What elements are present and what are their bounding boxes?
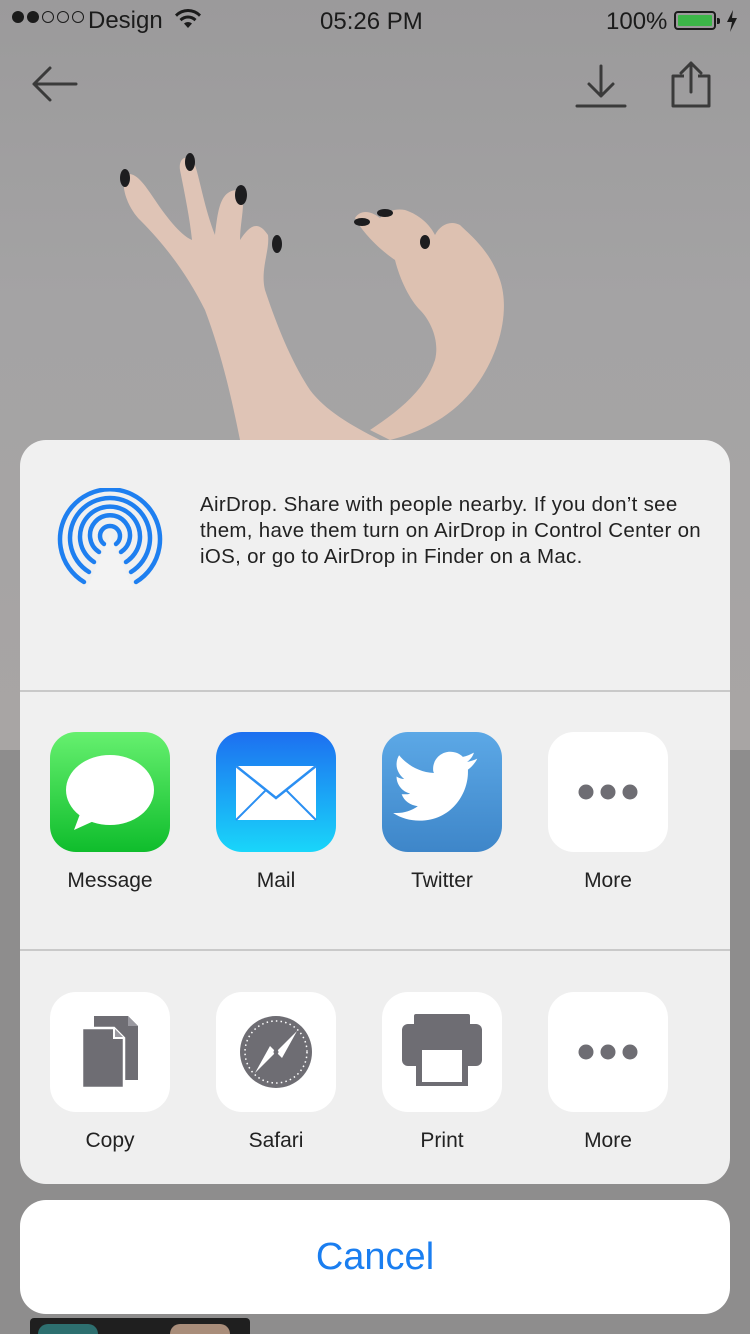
divider	[20, 690, 730, 692]
divider	[20, 949, 730, 951]
hands-image	[120, 153, 504, 440]
status-bar: Design 05:26 PM 100%	[0, 0, 750, 42]
action-label: Print	[420, 1129, 464, 1152]
share-app-label: Mail	[256, 869, 296, 892]
download-button[interactable]	[574, 62, 628, 110]
mail-icon	[216, 732, 336, 852]
back-button[interactable]	[30, 62, 80, 106]
action-copy[interactable]: Copy	[40, 992, 180, 1154]
twitter-icon	[382, 732, 502, 852]
share-sheet: AirDrop. Share with people nearby. If yo…	[20, 440, 730, 1184]
more-icon	[548, 732, 668, 852]
share-button[interactable]	[668, 60, 714, 110]
safari-icon	[216, 992, 336, 1112]
action-safari[interactable]: Safari	[206, 992, 346, 1154]
action-label: Copy	[85, 1129, 135, 1152]
action-label: Safari	[248, 1129, 304, 1152]
carrier-name: Design	[88, 7, 163, 34]
battery-icon	[674, 11, 720, 30]
share-app-label: Message	[67, 869, 153, 892]
airdrop-row[interactable]: AirDrop. Share with people nearby. If yo…	[20, 440, 730, 690]
airdrop-icon	[57, 488, 163, 590]
airdrop-description: AirDrop. Share with people nearby. If yo…	[200, 493, 702, 568]
messages-icon	[50, 732, 170, 852]
status-time: 05:26 PM	[320, 8, 423, 35]
share-app-mail[interactable]: Mail	[206, 732, 346, 894]
share-app-label: More	[584, 869, 632, 892]
action-label: More	[584, 1129, 632, 1152]
more-icon	[548, 992, 668, 1112]
battery-percent: 100%	[606, 8, 668, 35]
share-app-more[interactable]: More	[538, 732, 678, 894]
share-app-message[interactable]: Message	[40, 732, 180, 894]
download-icon	[575, 64, 627, 108]
share-app-label: Twitter	[411, 869, 473, 892]
thumbnail-strip	[30, 1318, 250, 1334]
signal-strength-icon	[12, 11, 84, 23]
print-icon	[382, 992, 502, 1112]
cancel-button[interactable]: Cancel	[20, 1200, 730, 1314]
charging-bolt-icon	[727, 10, 737, 32]
arrow-left-icon	[32, 66, 78, 102]
action-print[interactable]: Print	[372, 992, 512, 1154]
copy-icon	[50, 992, 170, 1112]
wifi-icon	[175, 8, 201, 28]
share-app-twitter[interactable]: Twitter	[372, 732, 512, 894]
share-icon	[671, 61, 711, 108]
action-more[interactable]: More	[538, 992, 678, 1154]
